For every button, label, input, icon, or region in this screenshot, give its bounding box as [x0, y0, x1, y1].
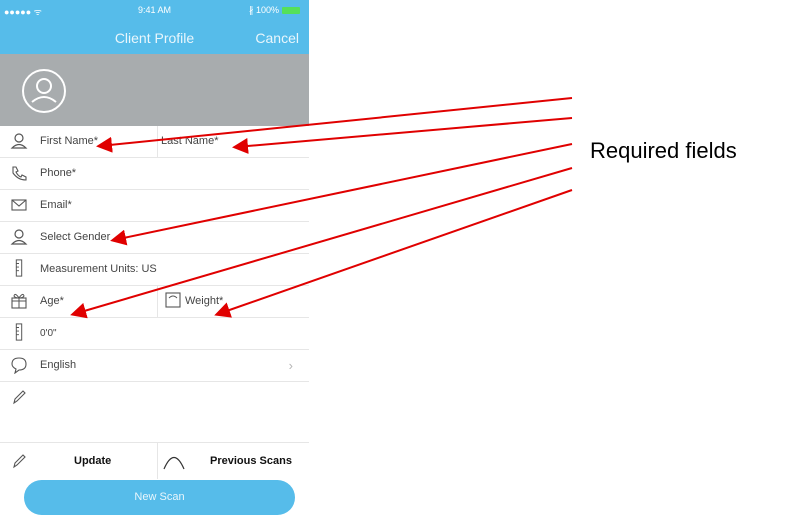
last-name-field[interactable]: Last Name* — [161, 135, 218, 147]
phone-screen: ●●●●● ᯤ 9:41 AM ∦ 100% Client Profile Ca… — [0, 0, 309, 516]
battery-icon — [282, 7, 300, 14]
previous-scans-button[interactable]: Previous Scans — [210, 455, 292, 467]
weight-field[interactable]: Weight* — [185, 295, 223, 307]
status-bar: ●●●●● ᯤ 9:41 AM ∦ 100% — [0, 0, 309, 22]
battery-percent: ∦ 100% — [248, 5, 279, 15]
email-field[interactable]: Email* — [40, 199, 72, 211]
divider — [157, 126, 158, 157]
person-icon — [10, 229, 28, 245]
language-row[interactable]: English › — [0, 350, 309, 382]
avatar-icon[interactable] — [21, 68, 67, 114]
age-weight-row: Age* Weight* — [0, 286, 309, 318]
age-field[interactable]: Age* — [40, 295, 64, 307]
divider — [157, 443, 158, 479]
gift-icon — [11, 293, 27, 309]
person-icon — [10, 133, 28, 149]
required-fields-label: Required fields — [590, 138, 737, 163]
height-row[interactable]: 0'0" — [0, 318, 309, 350]
notes-area[interactable] — [0, 382, 309, 443]
profile-photo-area[interactable] — [0, 54, 309, 126]
bottom-actions: Update Previous Scans — [0, 443, 309, 479]
language-field[interactable]: English — [40, 359, 76, 371]
arc-scan-icon — [163, 456, 185, 470]
ruler-icon — [15, 323, 23, 341]
nav-bar: Client Profile Cancel — [0, 22, 309, 54]
ruler-icon — [15, 259, 23, 277]
phone-row[interactable]: Phone* — [0, 158, 309, 190]
envelope-icon — [11, 199, 27, 211]
measurement-units-field[interactable]: Measurement Units: US — [40, 263, 157, 275]
pencil-icon — [13, 390, 26, 405]
speech-bubble-icon — [11, 357, 27, 374]
phone-field[interactable]: Phone* — [40, 167, 76, 179]
divider — [157, 286, 158, 317]
first-name-field[interactable]: First Name* — [40, 135, 98, 147]
scale-icon — [165, 292, 181, 308]
units-row[interactable]: Measurement Units: US — [0, 254, 309, 286]
name-row: First Name* Last Name* — [0, 126, 309, 158]
gender-select[interactable]: Select Gender — [40, 231, 110, 243]
email-row[interactable]: Email* — [0, 190, 309, 222]
cancel-button[interactable]: Cancel — [255, 30, 299, 46]
update-button[interactable]: Update — [74, 455, 111, 467]
phone-icon — [12, 166, 27, 181]
pencil-icon — [13, 454, 26, 469]
gender-row[interactable]: Select Gender — [0, 222, 309, 254]
height-field[interactable]: 0'0" — [40, 328, 57, 339]
chevron-right-icon: › — [288, 358, 293, 373]
new-scan-button[interactable]: New Scan — [24, 480, 295, 515]
